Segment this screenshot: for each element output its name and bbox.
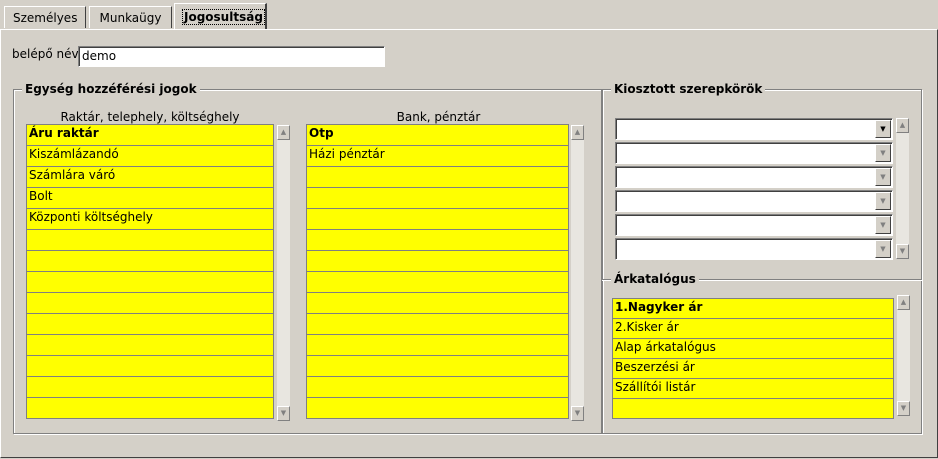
triangle-up-icon[interactable]: ▲: [571, 125, 584, 140]
tab-personal-label: Személyes: [13, 11, 78, 25]
role-select[interactable]: ▼: [615, 238, 893, 260]
list-item-empty[interactable]: [612, 398, 894, 419]
triangle-down-icon[interactable]: ▼: [875, 144, 891, 162]
triangle-up-icon[interactable]: ▲: [896, 118, 909, 133]
price-catalog-title: Árkatalógus: [611, 272, 699, 286]
list-item[interactable]: Beszerzési ár: [612, 358, 894, 379]
unit-access-title: Egység hozzéférési jogok: [22, 82, 200, 96]
tab-permissions[interactable]: Jogosultság: [174, 3, 267, 30]
list-item[interactable]: Központi költséghely: [26, 208, 274, 230]
role-select[interactable]: ▼: [615, 166, 893, 188]
list-item-empty[interactable]: [26, 355, 274, 377]
triangle-down-icon[interactable]: ▼: [277, 406, 290, 421]
list-item-empty[interactable]: [26, 292, 274, 314]
list-item[interactable]: 2.Kisker ár: [612, 318, 894, 339]
list-item-empty[interactable]: [306, 376, 569, 398]
role-select[interactable]: ▼: [615, 214, 893, 236]
list-item[interactable]: 1.Nagyker ár: [612, 298, 894, 319]
list-item[interactable]: Otp: [306, 124, 569, 146]
list-item-empty[interactable]: [306, 208, 569, 230]
list-item-empty[interactable]: [26, 250, 274, 272]
list-item[interactable]: Kiszámlázandó: [26, 145, 274, 167]
login-name-input[interactable]: demo: [78, 46, 385, 67]
login-name-label: belépő név: [12, 47, 79, 61]
warehouse-list[interactable]: Áru raktár Kiszámlázandó Számlára váró Bolt…: [26, 124, 274, 422]
list-item-empty[interactable]: [26, 397, 274, 419]
list-item-empty[interactable]: [306, 397, 569, 419]
triangle-up-icon[interactable]: ▲: [277, 125, 290, 140]
role-select[interactable]: ▼: [615, 142, 893, 164]
list-item-empty[interactable]: [306, 313, 569, 335]
roles-title: Kiosztott szerepkörök: [611, 82, 766, 96]
price-catalog-scrollbar[interactable]: ▲ ▼: [896, 294, 911, 417]
triangle-down-icon[interactable]: ▼: [875, 216, 891, 234]
triangle-down-icon[interactable]: ▼: [875, 240, 891, 258]
triangle-down-icon[interactable]: ▼: [571, 406, 584, 421]
list-item-empty[interactable]: [306, 187, 569, 209]
role-select[interactable]: ▼: [615, 118, 893, 140]
list-item-empty[interactable]: [306, 355, 569, 377]
list-item[interactable]: Számlára váró: [26, 166, 274, 188]
bank-scrollbar[interactable]: ▲ ▼: [570, 124, 585, 422]
list-item[interactable]: Alap árkatalógus: [612, 338, 894, 359]
tab-permissions-label: Jogosultság: [182, 9, 265, 25]
bank-list[interactable]: Otp Házi pénztár: [306, 124, 569, 422]
list-item[interactable]: Házi pénztár: [306, 145, 569, 167]
list-item-empty[interactable]: [306, 292, 569, 314]
tab-employment[interactable]: Munkaügy: [89, 6, 172, 28]
list-item[interactable]: Áru raktár: [26, 124, 274, 146]
triangle-down-icon[interactable]: ▼: [897, 401, 910, 416]
list-item-empty[interactable]: [26, 376, 274, 398]
list-item[interactable]: Bolt: [26, 187, 274, 209]
warehouse-header: Raktár, telephely, költséghely: [60, 110, 240, 124]
warehouse-scrollbar[interactable]: ▲ ▼: [276, 124, 291, 422]
price-catalog-list[interactable]: 1.Nagyker ár 2.Kisker ár Alap árkatalógus B…: [612, 298, 894, 419]
list-item-empty[interactable]: [306, 250, 569, 272]
bank-header: Bank, pénztár: [396, 110, 481, 124]
list-item-empty[interactable]: [26, 271, 274, 293]
tab-employment-label: Munkaügy: [99, 11, 162, 25]
role-select[interactable]: ▼: [615, 190, 893, 212]
list-item-empty[interactable]: [306, 334, 569, 356]
roles-scrollbar[interactable]: ▲ ▼: [895, 117, 910, 260]
tab-strip: Személyes Munkaügy Jogosultság: [0, 0, 938, 30]
list-item-empty[interactable]: [26, 334, 274, 356]
triangle-down-icon[interactable]: ▼: [875, 168, 891, 186]
triangle-down-icon[interactable]: ▼: [896, 244, 909, 259]
tab-personal[interactable]: Személyes: [4, 6, 86, 28]
list-item-empty[interactable]: [306, 166, 569, 188]
list-item-empty[interactable]: [306, 229, 569, 251]
triangle-down-icon[interactable]: ▼: [875, 192, 891, 210]
list-item-empty[interactable]: [306, 271, 569, 293]
list-item-empty[interactable]: [26, 313, 274, 335]
triangle-up-icon[interactable]: ▲: [897, 295, 910, 310]
list-item[interactable]: Szállítói listár: [612, 378, 894, 399]
triangle-down-icon[interactable]: ▼: [875, 120, 891, 138]
list-item-empty[interactable]: [26, 229, 274, 251]
